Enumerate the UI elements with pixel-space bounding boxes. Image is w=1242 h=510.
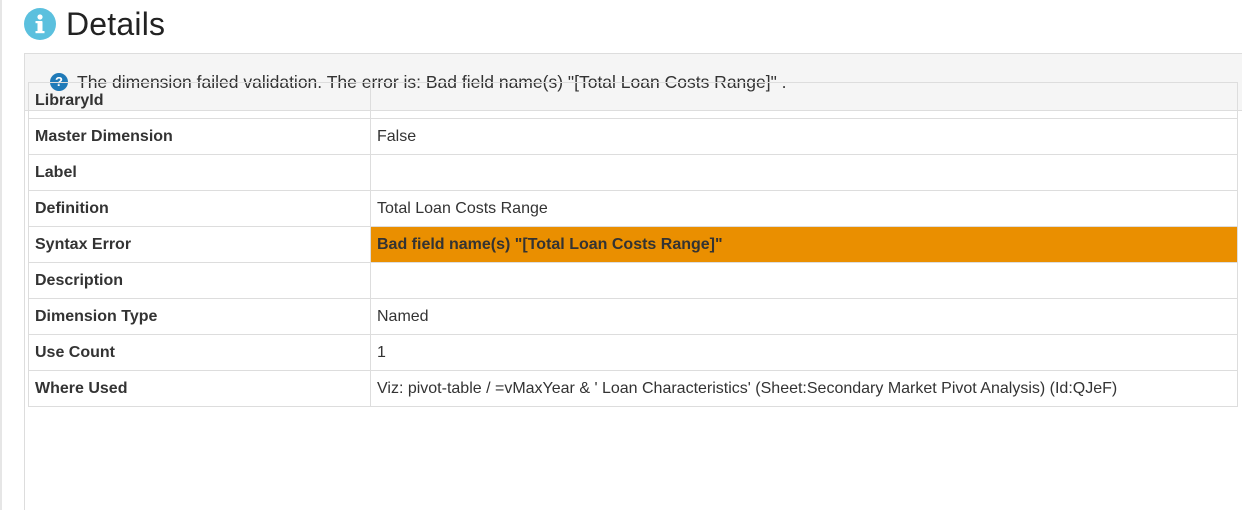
- row-key: Syntax Error: [28, 226, 371, 263]
- table-row: Use Count 1: [28, 334, 1238, 371]
- row-key: Use Count: [28, 334, 371, 371]
- row-key: Where Used: [28, 370, 371, 407]
- info-icon: [24, 8, 56, 40]
- row-value: [370, 82, 1238, 119]
- table-row-syntax-error: Syntax Error Bad field name(s) "[Total L…: [28, 226, 1238, 263]
- row-key: LibraryId: [28, 82, 371, 119]
- syntax-error-value: Bad field name(s) "[Total Loan Costs Ran…: [370, 226, 1238, 263]
- page-title: Details: [66, 6, 166, 42]
- row-key: Master Dimension: [28, 118, 371, 155]
- row-value: [370, 154, 1238, 191]
- row-key: Definition: [28, 190, 371, 227]
- row-key: Label: [28, 154, 371, 191]
- row-key: Dimension Type: [28, 298, 371, 335]
- row-value: Total Loan Costs Range: [370, 190, 1238, 227]
- row-key: Description: [28, 262, 371, 299]
- details-table: LibraryId Master Dimension False Label D…: [28, 82, 1238, 407]
- row-value: 1: [370, 334, 1238, 371]
- table-row: Where Used Viz: pivot-table / =vMaxYear …: [28, 370, 1238, 407]
- row-value: Viz: pivot-table / =vMaxYear & ' Loan Ch…: [370, 370, 1238, 407]
- table-row: LibraryId: [28, 82, 1238, 119]
- table-row: Label: [28, 154, 1238, 191]
- table-row: Master Dimension False: [28, 118, 1238, 155]
- table-row: Dimension Type Named: [28, 298, 1238, 335]
- table-row: Description: [28, 262, 1238, 299]
- row-value: Named: [370, 298, 1238, 335]
- row-value: [370, 262, 1238, 299]
- row-value: False: [370, 118, 1238, 155]
- table-row: Definition Total Loan Costs Range: [28, 190, 1238, 227]
- details-page: Details ? The dimension failed validatio…: [0, 0, 1242, 510]
- page-header: Details: [24, 2, 165, 46]
